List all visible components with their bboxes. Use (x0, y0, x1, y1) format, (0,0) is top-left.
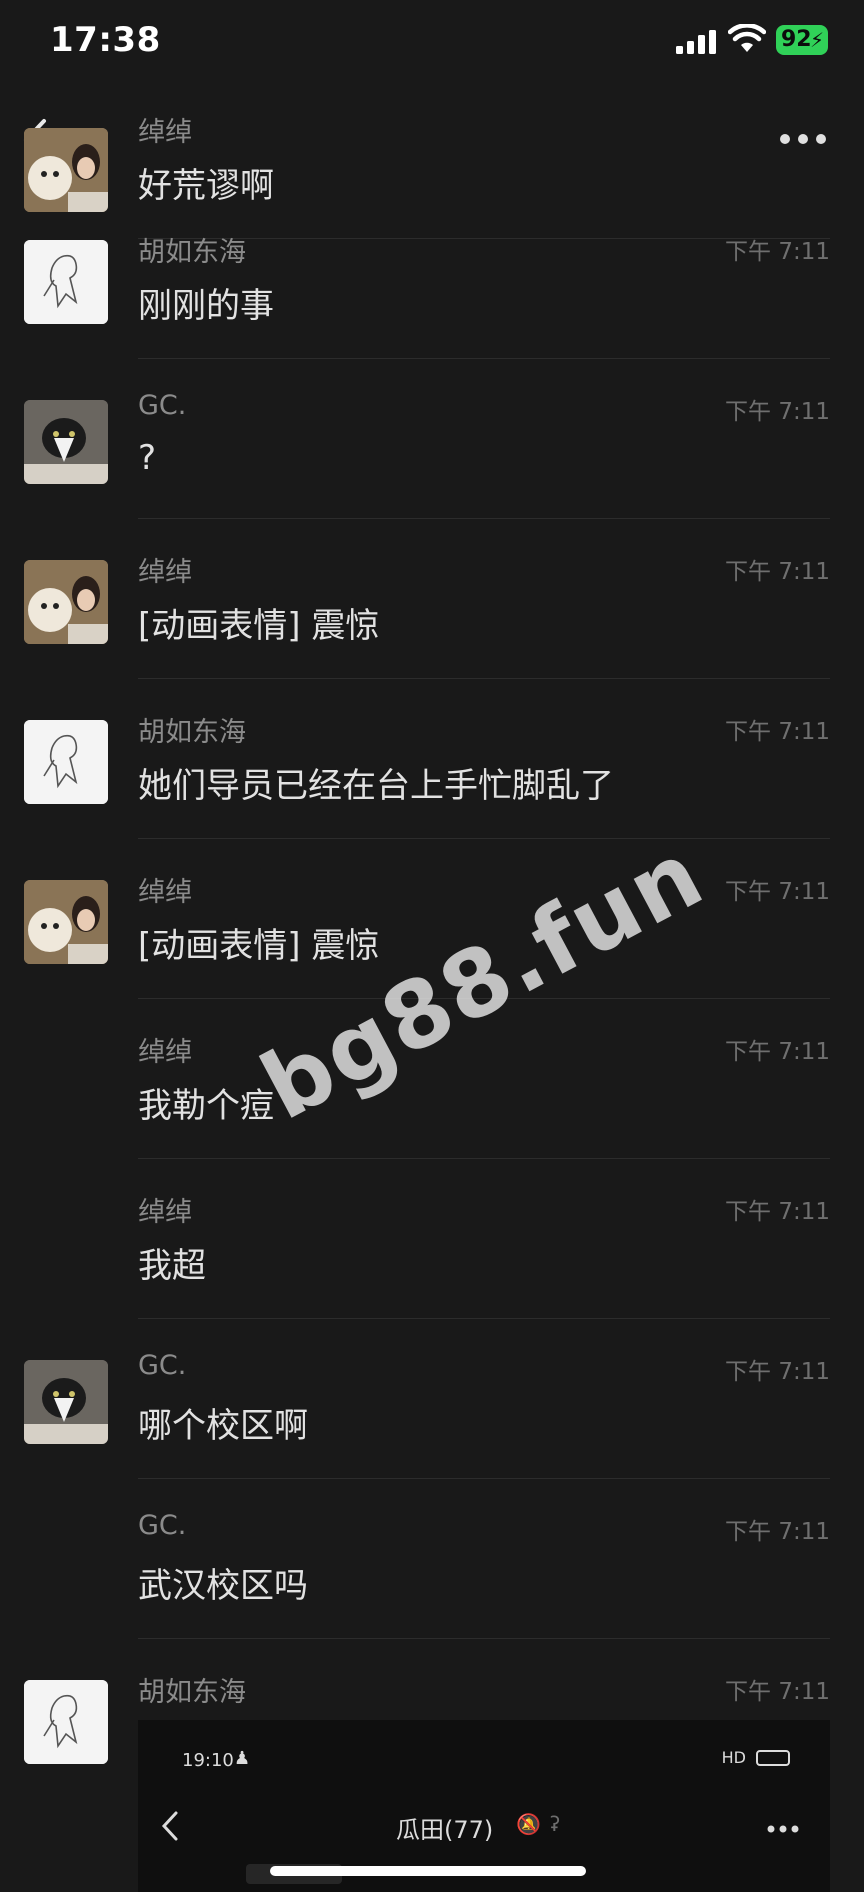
sender-name: GC. (138, 1350, 187, 1381)
sender-name: 绰绰 (138, 1197, 192, 1228)
sender-name: 胡如东海 (138, 1677, 246, 1708)
message-time: 下午 7:11 (725, 399, 830, 425)
avatar[interactable] (24, 1360, 108, 1444)
avatar[interactable] (24, 240, 108, 324)
divider (138, 518, 830, 519)
embedded-battery-icon (756, 1750, 790, 1766)
message-item[interactable]: GC. 下午 7:11 ? (0, 390, 864, 560)
embedded-back-icon (161, 1811, 178, 1841)
embedded-more-icon (767, 1825, 799, 1833)
message-time: 下午 7:11 (725, 879, 830, 905)
message-text: [动画表情] 震惊 (138, 606, 380, 646)
sender-name: GC. (138, 1510, 187, 1541)
message-time: 下午 7:11 (725, 559, 830, 585)
sender-name: 绰绰 (138, 877, 192, 908)
divider (138, 1478, 830, 1479)
avatar[interactable] (24, 720, 108, 804)
message-text: 武汉校区吗 (138, 1566, 308, 1606)
message-text: 她们导员已经在台上手忙脚乱了 (138, 766, 614, 806)
sender-name: 绰绰 (138, 557, 192, 588)
wifi-icon (728, 24, 766, 52)
divider (138, 1638, 830, 1639)
avatar[interactable] (24, 1680, 108, 1764)
message-text: [动画表情] 震惊 (138, 926, 380, 966)
message-item[interactable]: GC. 下午 7:11 武汉校区吗 (0, 1510, 864, 1680)
embedded-status-time: 19:10 (182, 1750, 234, 1771)
message-item[interactable]: 胡如东海 下午 7:11 刚刚的事 (0, 237, 864, 400)
avatar[interactable] (24, 880, 108, 964)
message-time: 下午 7:11 (725, 1679, 830, 1705)
message-text: 好荒谬啊 (138, 166, 274, 206)
sender-name: 胡如东海 (138, 237, 246, 268)
sender-name: 胡如东海 (138, 717, 246, 748)
avatar[interactable] (24, 128, 108, 212)
battery-indicator: 92 ⚡ (776, 25, 828, 55)
battery-level: 92 (781, 27, 812, 52)
message-time: 下午 7:11 (725, 1359, 830, 1385)
embedded-mute-icon: 🔕 (516, 1812, 541, 1836)
message-text: 我超 (138, 1246, 206, 1286)
sender-name: GC. (138, 390, 187, 421)
divider (138, 838, 830, 839)
message-text: 刚刚的事 (138, 286, 274, 326)
message-time: 下午 7:11 (725, 1199, 830, 1225)
sender-name: 绰绰 (138, 1037, 192, 1068)
embedded-hd-label: HD (721, 1748, 746, 1767)
message-item[interactable]: 胡如东海 下午 7:11 她们导员已经在台上手忙脚乱了 (0, 717, 864, 880)
signal-icon (676, 30, 716, 54)
embedded-ear-icon: ʡ (550, 1812, 561, 1836)
charging-bolt-icon: ⚡ (809, 28, 824, 52)
message-text: ? (138, 438, 157, 478)
message-time: 下午 7:11 (725, 239, 830, 265)
message-time: 下午 7:11 (725, 719, 830, 745)
divider (138, 1158, 830, 1159)
home-indicator[interactable] (270, 1866, 586, 1876)
qq-penguin-icon: ♟ (234, 1748, 251, 1769)
embedded-status-icons: HD (722, 1748, 746, 1767)
message-item[interactable]: 绰绰 好荒谬啊 (0, 80, 864, 240)
message-time: 下午 7:11 (725, 1039, 830, 1065)
embedded-chat-title: 瓜田(77) (396, 1816, 494, 1844)
status-bar: 17:38 92 ⚡ (0, 0, 864, 80)
status-time: 17:38 (50, 20, 161, 60)
divider (138, 358, 830, 359)
sender-name: 绰绰 (138, 117, 192, 148)
message-text: 我勒个痘 (138, 1086, 274, 1126)
divider (138, 678, 830, 679)
message-item[interactable]: GC. 下午 7:11 哪个校区啊 (0, 1350, 864, 1520)
message-time: 下午 7:11 (725, 1519, 830, 1545)
avatar[interactable] (24, 560, 108, 644)
message-item[interactable]: 绰绰 下午 7:11 我超 (0, 1197, 864, 1360)
divider (138, 1318, 830, 1319)
message-item[interactable]: 绰绰 下午 7:11 [动画表情] 震惊 (0, 557, 864, 720)
message-text: 哪个校区啊 (138, 1406, 308, 1446)
avatar[interactable] (24, 400, 108, 484)
